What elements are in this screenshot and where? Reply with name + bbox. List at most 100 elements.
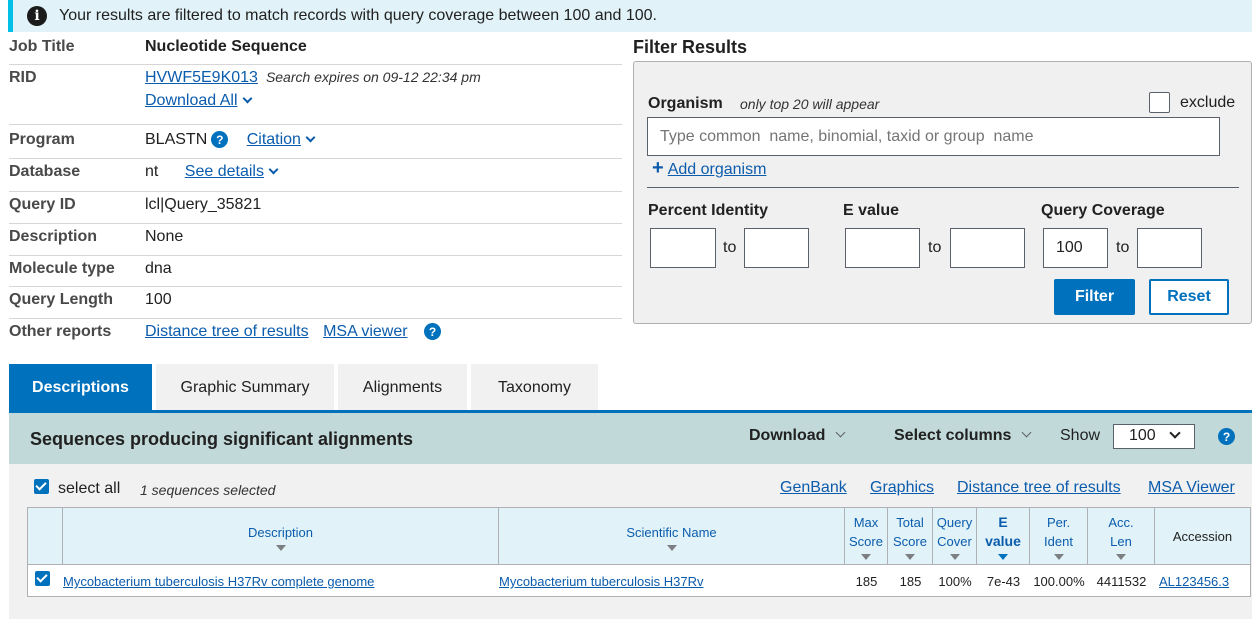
select-columns-label[interactable]: Select columns [894,427,1011,444]
sort-icon[interactable] [1116,554,1126,560]
see-details-link[interactable]: See details [185,163,264,180]
row-scientific-name-link[interactable]: Mycobacterium tuberculosis H37Rv [499,574,703,589]
sort-icon[interactable] [905,554,915,560]
header-max-score-label-2[interactable]: Score [849,532,883,551]
row-description-link[interactable]: Mycobacterium tuberculosis H37Rv complet… [63,574,374,589]
organism-hint: only top 20 will appear [740,96,880,112]
header-query-cover-label[interactable]: Query [937,513,972,532]
help-icon[interactable]: ? [211,131,229,149]
header-max-score-label[interactable]: Max [854,513,879,532]
summary-row-molecule-type: Molecule type dna [9,256,622,287]
tab-descriptions[interactable]: Descriptions [9,364,152,411]
chevron-down-icon[interactable] [242,93,252,104]
help-icon[interactable]: ? [1218,428,1235,445]
filter-button[interactable]: Filter [1054,279,1135,315]
select-all-checkbox[interactable] [34,479,49,494]
show-count-value[interactable]: 100 [1129,427,1156,444]
header-acc-len-label-2[interactable]: Len [1110,532,1132,551]
header-scientific-name-label[interactable]: Scientific Name [626,523,716,542]
query-length-label: Query Length [9,291,114,308]
sort-icon[interactable] [1053,554,1064,560]
help-icon[interactable]: ? [424,323,441,341]
header-total-score-label[interactable]: Total [896,513,923,532]
header-scientific-name[interactable]: Scientific Name [499,508,845,565]
percent-identity-from-input[interactable] [650,228,716,268]
header-per-ident-label[interactable]: Per. [1047,513,1070,532]
add-organism[interactable]: + Add organism [652,157,766,180]
rid-link[interactable]: HVWF5E9K013 [145,69,258,86]
distance-tree-results-link[interactable]: Distance tree of results [957,479,1121,497]
chevron-down-icon[interactable] [1169,427,1181,439]
program-value: BLASTN [145,131,208,148]
msa-viewer-link[interactable]: MSA viewer [323,323,407,340]
download-label[interactable]: Download [749,427,825,444]
header-per-ident-label-2[interactable]: Ident [1044,532,1073,551]
evalue-from-input[interactable] [845,228,920,268]
download-menu[interactable]: Download [749,427,846,445]
tab-alignments[interactable]: Alignments [338,364,467,411]
organism-label: Organism [648,95,723,112]
evalue-to-input[interactable] [950,228,1025,268]
header-total-score-label-2[interactable]: Score [893,532,927,551]
summary-row-job-title: Job Title Nucleotide Sequence [9,34,622,65]
sort-icon[interactable] [861,554,871,560]
other-reports-label: Other reports [9,323,112,340]
msa-viewer-results-link[interactable]: MSA Viewer [1148,479,1235,497]
add-organism-link[interactable]: Add organism [668,161,767,178]
header-evalue-label[interactable]: E [998,513,1007,532]
plus-icon[interactable]: + [652,157,664,179]
coverage-to-input[interactable] [1137,228,1202,268]
filter-panel: Organism only top 20 will appear exclude… [633,61,1252,324]
header-query-cover-label-2[interactable]: Cover [937,532,972,551]
row-evalue: 7e-43 [986,574,1021,589]
sort-icon[interactable] [998,554,1008,560]
reset-button[interactable]: Reset [1149,279,1229,315]
evalue-label: E value [843,202,900,219]
header-per-ident[interactable]: Per. Ident [1030,508,1088,565]
chevron-down-icon[interactable] [1021,427,1032,438]
header-acc-len[interactable]: Acc. Len [1088,508,1155,565]
show-count-select[interactable]: 100 [1113,424,1195,449]
tab-graphic-summary[interactable]: Graphic Summary [156,364,334,411]
select-all-label[interactable]: select all [58,480,120,498]
results-tabs: Descriptions Graphic Summary Alignments … [9,364,602,412]
citation-link[interactable]: Citation [247,131,301,148]
header-evalue-label-2[interactable]: value [985,532,1021,551]
genbank-link[interactable]: GenBank [780,479,847,497]
sort-icon[interactable] [666,544,677,551]
header-select-column [28,508,63,565]
job-title-label: Job Title [9,38,75,55]
summary-row-query-id: Query ID lcl|Query_35821 [9,192,622,224]
exclude-checkbox[interactable] [1149,92,1170,113]
download-all-link[interactable]: Download All [145,92,238,109]
header-description-label[interactable]: Description [248,523,313,542]
sort-icon[interactable] [949,554,960,560]
graphics-link[interactable]: Graphics [870,479,934,497]
header-query-cover[interactable]: Query Cover [933,508,977,565]
tab-taxonomy[interactable]: Taxonomy [471,364,598,411]
to-label: to [928,239,942,256]
header-description[interactable]: Description [63,508,499,565]
header-accession-label: Accession [1172,529,1233,544]
percent-identity-to-input[interactable] [744,228,809,268]
molecule-type-value: dna [145,260,172,277]
row-accession-link[interactable]: AL123456.3 [1159,574,1229,589]
header-acc-len-label[interactable]: Acc. [1108,513,1133,532]
row-checkbox[interactable] [35,571,50,586]
coverage-from-input[interactable] [1043,228,1108,268]
sort-icon[interactable] [275,544,286,551]
chevron-down-icon[interactable] [268,164,279,175]
distance-tree-link[interactable]: Distance tree of results [145,323,309,340]
chevron-down-icon[interactable] [305,132,316,143]
to-label: to [1116,239,1130,256]
chevron-down-icon[interactable] [835,427,846,438]
results-body: select all 1 sequences selected GenBank … [9,464,1252,619]
organism-input[interactable] [647,117,1220,156]
header-evalue[interactable]: Evalue [977,508,1030,565]
header-total-score[interactable]: Total Score [888,508,933,565]
banner-text: Your results are filtered to match recor… [59,7,657,24]
select-columns-menu[interactable]: Select columns [894,427,1032,445]
table-row: Mycobacterium tuberculosis H37Rv complet… [28,566,1250,596]
header-max-score[interactable]: Max Score [845,508,888,565]
query-id-label: Query ID [9,196,76,213]
